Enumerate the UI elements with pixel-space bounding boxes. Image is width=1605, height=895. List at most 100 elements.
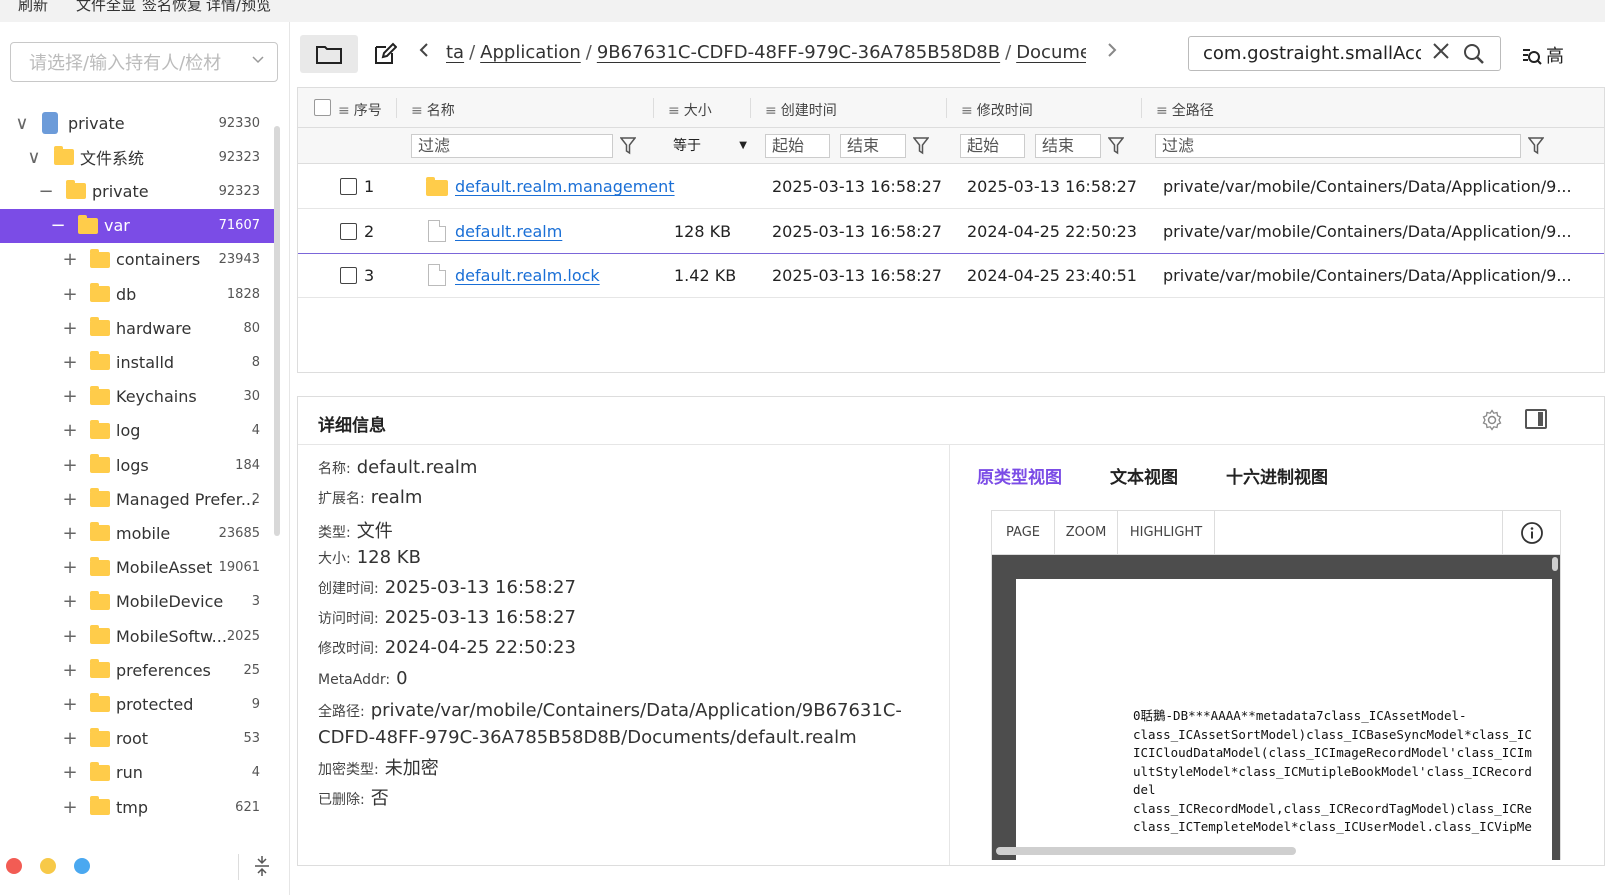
breadcrumb-item[interactable]: 9B67631C-CDFD-48FF-979C-36A785B58D8B — [597, 42, 1000, 63]
close-dot[interactable] — [6, 858, 22, 874]
expand-icon[interactable]: + — [62, 455, 78, 476]
tree-item[interactable]: + installd 8 — [0, 345, 277, 379]
collapse-all-icon[interactable] — [253, 854, 271, 883]
table-row[interactable]: 3 default.realm.lock 1.42 KB 2025-03-13 16:… — [298, 254, 1604, 298]
row-checkbox[interactable] — [340, 222, 357, 240]
folder-view-button[interactable] — [300, 35, 358, 73]
size-operator-select[interactable]: 等于 ▼ — [665, 134, 755, 158]
collapse-icon[interactable]: − — [50, 215, 66, 236]
created-end-input[interactable]: 结束 — [840, 134, 906, 158]
col-header-created[interactable]: ≡ 创建时间 — [765, 100, 837, 120]
tab-text-view[interactable]: 文本视图 — [1110, 463, 1178, 488]
zoom-button[interactable]: ZOOM — [1055, 511, 1118, 555]
modified-end-input[interactable]: 结束 — [1035, 134, 1101, 158]
expand-icon[interactable]: + — [62, 728, 78, 749]
file-name-link[interactable]: default.realm.management — [455, 177, 675, 196]
expand-icon[interactable]: + — [62, 591, 78, 612]
menu-refresh[interactable]: 刷新 — [18, 0, 48, 15]
panel-toggle-icon[interactable] — [1525, 409, 1547, 429]
search-input[interactable]: com.gostraight.smallAccount — [1188, 36, 1501, 71]
tree-scrollbar[interactable] — [274, 126, 280, 536]
info-icon[interactable] — [1502, 511, 1560, 555]
menu-detail-preview[interactable]: 详情/预览 — [206, 0, 271, 15]
tree-item[interactable]: + MobileSoftw... 2025 — [0, 619, 277, 653]
tree-item[interactable]: + hardware 80 — [0, 311, 277, 345]
tree-item[interactable]: − var 71607 — [0, 208, 277, 243]
search-icon[interactable] — [1463, 43, 1485, 70]
col-header-name[interactable]: ≡ 名称 — [411, 100, 455, 120]
expand-icon[interactable]: + — [62, 660, 78, 681]
collapse-icon[interactable]: ∨ — [26, 147, 42, 168]
tree-item[interactable]: + protected 9 — [0, 687, 277, 721]
tree-item[interactable]: ∨ 文件系统 92323 — [0, 140, 277, 174]
advanced-search-button[interactable]: 高 — [1520, 42, 1564, 68]
breadcrumb-item[interactable]: Documents — [1016, 42, 1086, 63]
expand-icon[interactable]: + — [62, 386, 78, 407]
tree-item[interactable]: + MobileAsset 19061 — [0, 551, 277, 585]
modified-start-input[interactable]: 起始 — [960, 134, 1025, 158]
viewer-hscrollbar[interactable] — [996, 847, 1296, 855]
expand-icon[interactable]: + — [62, 420, 78, 441]
file-name-link[interactable]: default.realm.lock — [455, 266, 600, 285]
viewer-canvas[interactable]: 0聒鵝-DB***AAAA**metadata7class_ICAssetMod… — [992, 555, 1560, 860]
minimize-dot[interactable] — [40, 858, 56, 874]
tree-item[interactable]: ∨ private 92330 — [0, 106, 277, 140]
row-checkbox[interactable] — [340, 178, 357, 195]
tree-item[interactable]: + logs 184 — [0, 448, 277, 482]
col-header-index[interactable]: ≡ 序号 — [338, 100, 382, 120]
nav-back-icon[interactable] — [418, 40, 430, 64]
expand-icon[interactable]: + — [62, 557, 78, 578]
gear-icon[interactable] — [1481, 409, 1503, 435]
filter-icon[interactable] — [619, 137, 637, 159]
maximize-dot[interactable] — [74, 858, 90, 874]
expand-icon[interactable]: + — [62, 352, 78, 373]
path-filter-input[interactable]: 过滤 — [1155, 134, 1521, 158]
name-filter-input[interactable]: 过滤 — [411, 134, 613, 158]
table-row[interactable]: 2 default.realm 128 KB 2025-03-13 16:58:27 2… — [298, 210, 1604, 254]
highlight-button[interactable]: HIGHLIGHT — [1118, 511, 1215, 555]
tree-item[interactable]: + log 4 — [0, 414, 277, 448]
tree-item[interactable]: + tmp 621 — [0, 790, 277, 824]
select-all-checkbox[interactable] — [314, 99, 331, 116]
created-start-input[interactable]: 起始 — [765, 134, 830, 158]
menu-show-all-files[interactable]: 文件全显 — [76, 0, 136, 15]
page-button[interactable]: PAGE — [992, 511, 1055, 555]
expand-icon[interactable]: + — [62, 523, 78, 544]
collapse-icon[interactable]: − — [38, 181, 54, 202]
owner-select[interactable]: 请选择/输入持有人/检材 — [10, 42, 278, 82]
tree-item[interactable]: − private 92323 — [0, 174, 277, 208]
expand-icon[interactable]: + — [62, 797, 78, 818]
chevron-down-icon[interactable] — [251, 52, 265, 70]
expand-icon[interactable]: + — [62, 284, 78, 305]
tree-item[interactable]: + mobile 23685 — [0, 516, 277, 550]
file-name-link[interactable]: default.realm — [455, 222, 562, 241]
edit-button[interactable] — [370, 39, 400, 69]
nav-forward-icon[interactable] — [1106, 40, 1118, 64]
tree-item[interactable]: + containers 23943 — [0, 243, 277, 277]
expand-icon[interactable]: + — [62, 318, 78, 339]
col-header-modified[interactable]: ≡ 修改时间 — [961, 100, 1033, 120]
filter-icon[interactable] — [912, 137, 930, 159]
tree-item[interactable]: + Keychains 30 — [0, 380, 277, 414]
tree-item[interactable]: + db 1828 — [0, 277, 277, 311]
expand-icon[interactable]: + — [62, 249, 78, 270]
tab-hex-view[interactable]: 十六进制视图 — [1226, 463, 1328, 488]
menu-signature-recovery[interactable]: 签名恢复 — [142, 0, 202, 15]
tree-item[interactable]: + root 53 — [0, 722, 277, 756]
table-row[interactable]: 1 default.realm.management 2025-03-13 16:5… — [298, 165, 1604, 209]
tree-item[interactable]: + run 4 — [0, 756, 277, 790]
breadcrumb-item[interactable]: ta — [446, 42, 464, 63]
filter-icon[interactable] — [1107, 137, 1125, 159]
tree-item[interactable]: + Managed Prefer... 2 — [0, 482, 277, 516]
col-header-fullpath[interactable]: ≡ 全路径 — [1156, 100, 1214, 120]
tree-item[interactable]: + MobileDevice 3 — [0, 585, 277, 619]
breadcrumb-item[interactable]: Application — [480, 42, 581, 63]
expand-icon[interactable]: + — [62, 626, 78, 647]
expand-icon[interactable]: + — [62, 762, 78, 783]
col-header-size[interactable]: ≡ 大小 — [668, 100, 712, 120]
filter-icon[interactable] — [1527, 137, 1545, 159]
expand-icon[interactable]: + — [62, 489, 78, 510]
tree-item[interactable]: + preferences 25 — [0, 653, 277, 687]
collapse-icon[interactable]: ∨ — [14, 113, 30, 134]
clear-icon[interactable] — [1432, 41, 1450, 66]
